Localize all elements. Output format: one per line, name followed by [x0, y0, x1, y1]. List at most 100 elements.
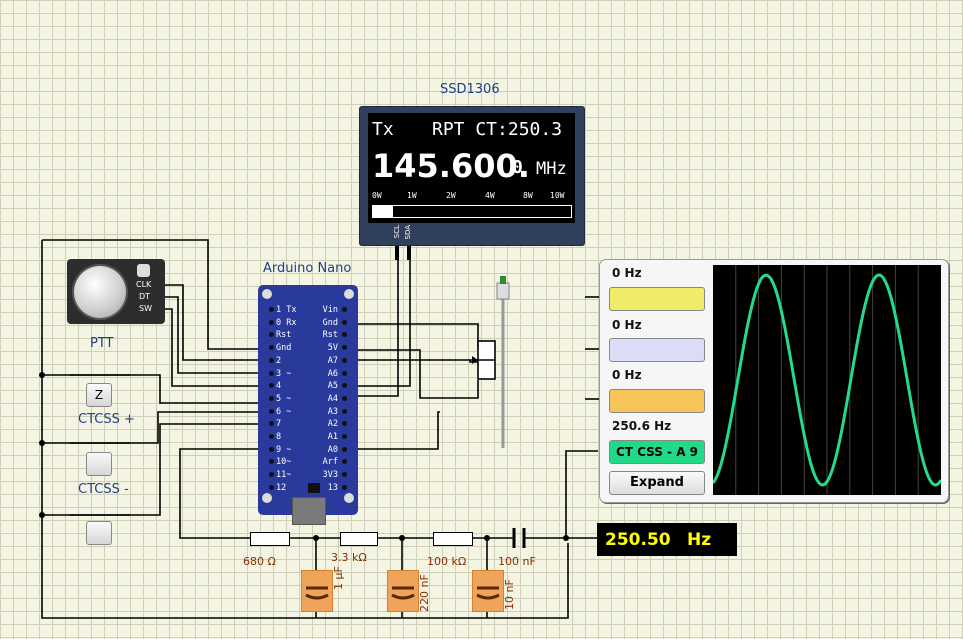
scope-graph: [711, 265, 943, 495]
nano-pin-label: A2: [327, 419, 338, 430]
ctcss-minus-label: CTCSS -: [78, 482, 129, 497]
oled-screen: Tx RPT CT:250.3 145.600. 0 MHz 0W 1W 2W …: [368, 113, 575, 223]
oled-display: Tx RPT CT:250.3 145.600. 0 MHz 0W 1W 2W …: [360, 107, 584, 245]
capacitor-10nf-label: 10 nF: [503, 579, 516, 610]
ctcss-minus-button[interactable]: [86, 521, 112, 545]
nano-pin-left[interactable]: [269, 459, 274, 465]
nano-pin-label: A3: [327, 406, 338, 417]
nano-pin-label: 9 ~: [276, 444, 292, 455]
power-tick: 4W: [485, 191, 495, 200]
nano-pin-left[interactable]: [269, 383, 274, 389]
pin-sda[interactable]: [407, 246, 411, 260]
nano-pin-right[interactable]: [342, 383, 347, 389]
scope-screen: [711, 265, 943, 495]
pin-scl[interactable]: [395, 246, 399, 260]
usb-connector: [292, 497, 326, 525]
nano-pin-left[interactable]: [269, 319, 274, 325]
frequency-unit: Hz: [687, 530, 712, 550]
nano-pin-left[interactable]: [269, 446, 274, 452]
ctcss-plus-label: CTCSS +: [78, 412, 135, 427]
encoder-pin-clk: CLK: [136, 280, 152, 289]
nano-pin-label: 11~: [276, 470, 292, 481]
capacitor-220nf-label: 220 nF: [418, 574, 431, 612]
channel-2-button[interactable]: [609, 338, 705, 362]
oled-frequency-decimal: 0: [512, 157, 523, 178]
arduino-nano[interactable]: 1 Tx 0 Rx Rst Gnd 2 3 ~4 5 ~6 ~7 8 9 ~10~ 11~ 12 V…: [258, 285, 358, 525]
nano-pin-left[interactable]: [269, 421, 274, 427]
nano-pin-left[interactable]: [269, 345, 274, 351]
nano-pin-left[interactable]: [269, 434, 274, 439]
nano-pin-label: A6: [327, 368, 338, 379]
channel-1-freq: 0 Hz: [612, 266, 642, 280]
nano-pin-label: A4: [327, 393, 338, 404]
nano-pin-label: 10~: [276, 457, 292, 468]
oled-frequency: 145.600.: [372, 147, 530, 185]
resistor-100k[interactable]: [433, 532, 473, 546]
capacitor-220nf[interactable]: [387, 570, 419, 612]
nano-pin-right[interactable]: [342, 472, 347, 478]
rotary-encoder[interactable]: CLK DT SW: [67, 259, 165, 324]
channel-3-freq: 0 Hz: [612, 368, 642, 382]
nano-pin-label: 6 ~: [276, 406, 292, 417]
nano-pin-right[interactable]: [342, 357, 347, 363]
nano-pin-label: 5V: [327, 343, 338, 354]
nano-pin-label: 7: [276, 419, 282, 430]
channel-4-button[interactable]: CT CSS - A 9: [609, 440, 705, 464]
nano-pin-right[interactable]: [342, 332, 347, 338]
capacitor-10nf[interactable]: [472, 570, 504, 612]
nano-pin-left[interactable]: [269, 395, 274, 401]
nano-pin-label: Rst: [322, 330, 338, 341]
nano-pin-left[interactable]: [269, 472, 274, 478]
resistor-680[interactable]: [250, 532, 290, 546]
nano-pin-right[interactable]: [342, 446, 347, 452]
ptt-key: Z: [94, 388, 104, 402]
power-scale: 0W 1W 2W 4W 8W 10W: [370, 191, 574, 203]
nano-pin-left[interactable]: [269, 408, 274, 414]
nano-pin-right[interactable]: [342, 408, 347, 414]
nano-pin-left[interactable]: [269, 484, 274, 490]
nano-pin-right[interactable]: [342, 307, 347, 312]
resistor-3k3-label: 3.3 kΩ: [331, 551, 367, 564]
power-bar-fill: [373, 206, 393, 217]
nano-pin-label: Arf: [322, 457, 338, 468]
nano-pin-label: 5 ~: [276, 393, 292, 404]
nano-pin-label: 4: [276, 381, 282, 392]
nano-pin-right[interactable]: [342, 319, 347, 325]
oled-mode: Tx: [372, 119, 394, 140]
encoder-pin-dt: DT: [139, 292, 151, 301]
channel-2-freq: 0 Hz: [612, 318, 642, 332]
nano-pin-label: 8: [276, 432, 282, 442]
nano-pin-right[interactable]: [342, 395, 347, 401]
pin-scl-label: SCL: [393, 225, 401, 239]
ptt-button[interactable]: Z: [86, 383, 112, 407]
nano-pin-right[interactable]: [342, 421, 347, 427]
capacitor-1uf-label: 1 µF: [332, 566, 345, 590]
expand-button[interactable]: Expand: [609, 471, 705, 495]
oled-status: RPT CT:250.3: [432, 119, 563, 140]
nano-pin-left[interactable]: [269, 370, 274, 376]
channel-3-button[interactable]: [609, 389, 705, 413]
resistor-3k3[interactable]: [340, 532, 378, 546]
encoder-knob[interactable]: [74, 266, 126, 318]
mount-hole: [262, 289, 272, 299]
resistor-680-label: 680 Ω: [243, 555, 276, 568]
channel-1-button[interactable]: [609, 287, 705, 311]
power-bar: [372, 205, 572, 218]
nano-pin-label: A0: [327, 444, 338, 455]
nano-pin-left[interactable]: [269, 332, 274, 338]
nano-pin-right[interactable]: [342, 434, 347, 439]
nano-pin-left[interactable]: [269, 357, 274, 363]
nano-pin-right[interactable]: [342, 370, 347, 376]
ctcss-plus-button[interactable]: [86, 452, 112, 476]
channel-4-name: CT CSS - A 9: [615, 445, 699, 459]
reset-button[interactable]: [308, 483, 320, 493]
nano-pin-right[interactable]: [342, 345, 347, 351]
nano-pin-left[interactable]: [269, 307, 274, 312]
capacitor-1uf[interactable]: [301, 570, 333, 612]
nano-pin-right[interactable]: [342, 459, 347, 465]
frequency-value: 250.50: [605, 530, 671, 550]
nano-pin-right[interactable]: [342, 484, 347, 490]
nano-pin-label: 12: [276, 482, 287, 493]
capacitor-series-label: 100 nF: [498, 555, 536, 568]
resistor-100k-label: 100 kΩ: [427, 555, 467, 568]
